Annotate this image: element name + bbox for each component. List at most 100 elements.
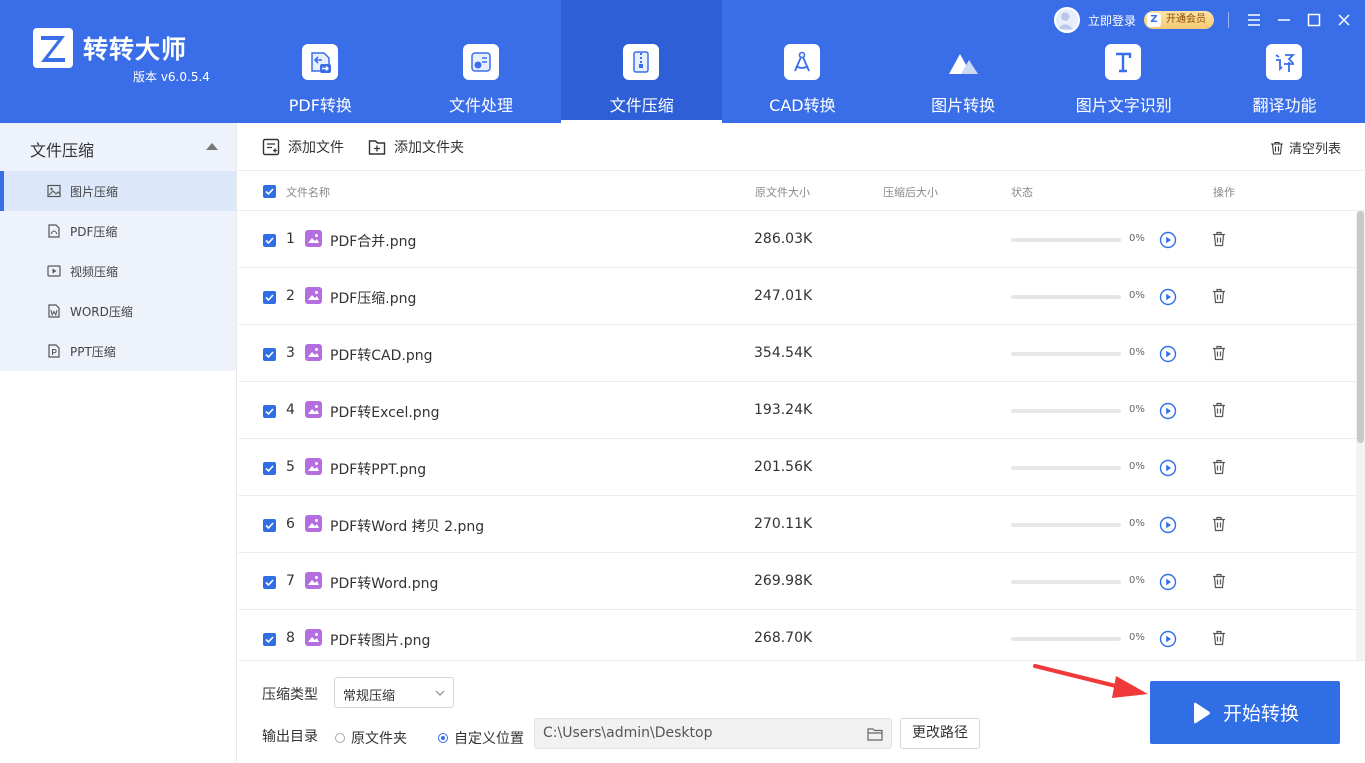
image-convert-icon bbox=[945, 44, 981, 80]
image-file-icon bbox=[305, 572, 322, 589]
sidebar-section-header[interactable]: 文件压缩 bbox=[0, 123, 236, 171]
progress-percent: 0% bbox=[1129, 404, 1145, 415]
image-file-icon bbox=[305, 401, 322, 418]
ppt-icon bbox=[48, 344, 60, 358]
play-icon[interactable] bbox=[1159, 459, 1177, 477]
play-icon[interactable] bbox=[1159, 630, 1177, 648]
chevron-down-icon bbox=[435, 690, 445, 696]
radio-original-label: 原文件夹 bbox=[351, 731, 407, 747]
column-header-action: 操作 bbox=[1213, 186, 1235, 199]
play-icon[interactable] bbox=[1159, 288, 1177, 306]
nav-file-process[interactable]: 文件处理 bbox=[401, 0, 562, 123]
table-row[interactable]: 1 PDF合并.png 286.03K 0% bbox=[238, 211, 1356, 268]
row-checkbox[interactable] bbox=[263, 405, 276, 418]
trash-icon[interactable] bbox=[1212, 402, 1226, 418]
trash-icon[interactable] bbox=[1212, 459, 1226, 475]
play-icon[interactable] bbox=[1159, 231, 1177, 249]
add-file-button[interactable]: 添加文件 bbox=[262, 137, 344, 157]
progress-bar bbox=[1011, 238, 1121, 242]
sidebar-item-video-compress[interactable]: 视频压缩 bbox=[0, 251, 236, 291]
sidebar-item-pdf-compress[interactable]: PDF压缩 bbox=[0, 211, 236, 251]
image-file-icon bbox=[305, 629, 322, 646]
start-convert-button[interactable]: 开始转换 bbox=[1150, 681, 1340, 744]
row-number: 2 bbox=[286, 288, 295, 304]
radio-dot bbox=[335, 733, 345, 743]
table-row[interactable]: 6 PDF转Word 拷贝 2.png 270.11K 0% bbox=[238, 496, 1356, 553]
progress-percent: 0% bbox=[1129, 632, 1145, 643]
sidebar: 文件压缩 图片压缩 PDF压缩 视频压缩 WORD压缩 PPT压缩 bbox=[0, 123, 237, 763]
table-row[interactable]: 7 PDF转Word.png 269.98K 0% bbox=[238, 553, 1356, 610]
check-icon bbox=[265, 636, 274, 644]
nav-file-compress[interactable]: 文件压缩 bbox=[561, 0, 723, 123]
compress-type-value: 常规压缩 bbox=[343, 689, 396, 704]
play-icon[interactable] bbox=[1159, 345, 1177, 363]
nav-image-convert[interactable]: 图片转换 bbox=[883, 0, 1044, 123]
sidebar-item-label: 视频压缩 bbox=[70, 265, 119, 279]
progress-percent: 0% bbox=[1129, 347, 1145, 358]
sidebar-item-image-compress[interactable]: 图片压缩 bbox=[0, 171, 236, 211]
play-icon bbox=[1193, 702, 1210, 723]
row-checkbox[interactable] bbox=[263, 519, 276, 532]
trash-icon[interactable] bbox=[1212, 288, 1226, 304]
row-checkbox[interactable] bbox=[263, 348, 276, 361]
progress-percent: 0% bbox=[1129, 290, 1145, 301]
scrollbar[interactable] bbox=[1356, 211, 1365, 660]
vip-badge[interactable]: Z 开通会员 bbox=[1144, 11, 1214, 29]
play-icon[interactable] bbox=[1159, 516, 1177, 534]
row-checkbox[interactable] bbox=[263, 633, 276, 646]
table-row[interactable]: 5 PDF转PPT.png 201.56K 0% bbox=[238, 439, 1356, 496]
login-link[interactable]: 立即登录 bbox=[1088, 12, 1136, 29]
output-dir-label: 输出目录 bbox=[262, 729, 318, 745]
folder-icon[interactable] bbox=[867, 727, 883, 741]
table-row[interactable]: 8 PDF转图片.png 268.70K 0% bbox=[238, 610, 1356, 660]
progress-bar bbox=[1011, 580, 1121, 584]
progress-percent: 0% bbox=[1129, 233, 1145, 244]
radio-custom-location[interactable]: 自定义位置 bbox=[438, 728, 524, 748]
add-folder-button[interactable]: 添加文件夹 bbox=[368, 137, 464, 157]
image-file-icon bbox=[305, 344, 322, 361]
select-all-checkbox[interactable] bbox=[263, 185, 276, 198]
word-icon bbox=[48, 304, 60, 318]
play-icon[interactable] bbox=[1159, 573, 1177, 591]
sidebar-item-word-compress[interactable]: WORD压缩 bbox=[0, 291, 236, 331]
table-row[interactable]: 2 PDF压缩.png 247.01K 0% bbox=[238, 268, 1356, 325]
sidebar-item-ppt-compress[interactable]: PPT压缩 bbox=[0, 331, 236, 371]
nav-pdf-convert[interactable]: PDF转换 bbox=[240, 0, 401, 123]
maximize-button[interactable] bbox=[1299, 6, 1329, 34]
vip-z-icon: Z bbox=[1147, 13, 1161, 27]
row-number: 6 bbox=[286, 516, 295, 532]
trash-icon[interactable] bbox=[1212, 345, 1226, 361]
minimize-button[interactable] bbox=[1269, 6, 1299, 34]
nav-cad-convert[interactable]: CAD转换 bbox=[722, 0, 883, 123]
row-checkbox[interactable] bbox=[263, 576, 276, 589]
trash-icon[interactable] bbox=[1212, 516, 1226, 532]
row-checkbox[interactable] bbox=[263, 291, 276, 304]
scroll-thumb[interactable] bbox=[1357, 211, 1364, 443]
table-row[interactable]: 4 PDF转Excel.png 193.24K 0% bbox=[238, 382, 1356, 439]
avatar[interactable] bbox=[1053, 7, 1080, 33]
trash-icon[interactable] bbox=[1212, 573, 1226, 589]
image-file-icon bbox=[305, 458, 322, 475]
close-button[interactable] bbox=[1329, 6, 1359, 34]
row-checkbox[interactable] bbox=[263, 462, 276, 475]
sidebar-item-label: 图片压缩 bbox=[70, 185, 119, 199]
table-row[interactable]: 3 PDF转CAD.png 354.54K 0% bbox=[238, 325, 1356, 382]
compress-type-select[interactable]: 常规压缩 bbox=[334, 677, 454, 708]
play-icon[interactable] bbox=[1159, 402, 1177, 420]
clear-list-button[interactable]: 清空列表 bbox=[1270, 138, 1341, 157]
menu-button[interactable] bbox=[1239, 6, 1269, 34]
trash-icon[interactable] bbox=[1212, 231, 1226, 247]
file-compress-icon bbox=[623, 44, 660, 80]
column-header-orig-size: 原文件大小 bbox=[755, 186, 810, 199]
change-path-button[interactable]: 更改路径 bbox=[900, 718, 980, 749]
output-path-field[interactable]: C:\Users\admin\Desktop bbox=[534, 718, 892, 749]
app-header: 转转大师 版本 v6.0.5.4 PDF转换 文件处理 文件压缩 CAD转换 图… bbox=[0, 0, 1365, 123]
add-folder-label: 添加文件夹 bbox=[394, 140, 464, 156]
radio-original-folder[interactable]: 原文件夹 bbox=[335, 728, 407, 748]
trash-icon[interactable] bbox=[1212, 630, 1226, 646]
maximize-icon bbox=[1307, 13, 1321, 27]
nav-label: PDF转换 bbox=[288, 96, 352, 115]
row-number: 1 bbox=[286, 231, 295, 247]
check-icon bbox=[265, 579, 274, 587]
row-checkbox[interactable] bbox=[263, 234, 276, 247]
